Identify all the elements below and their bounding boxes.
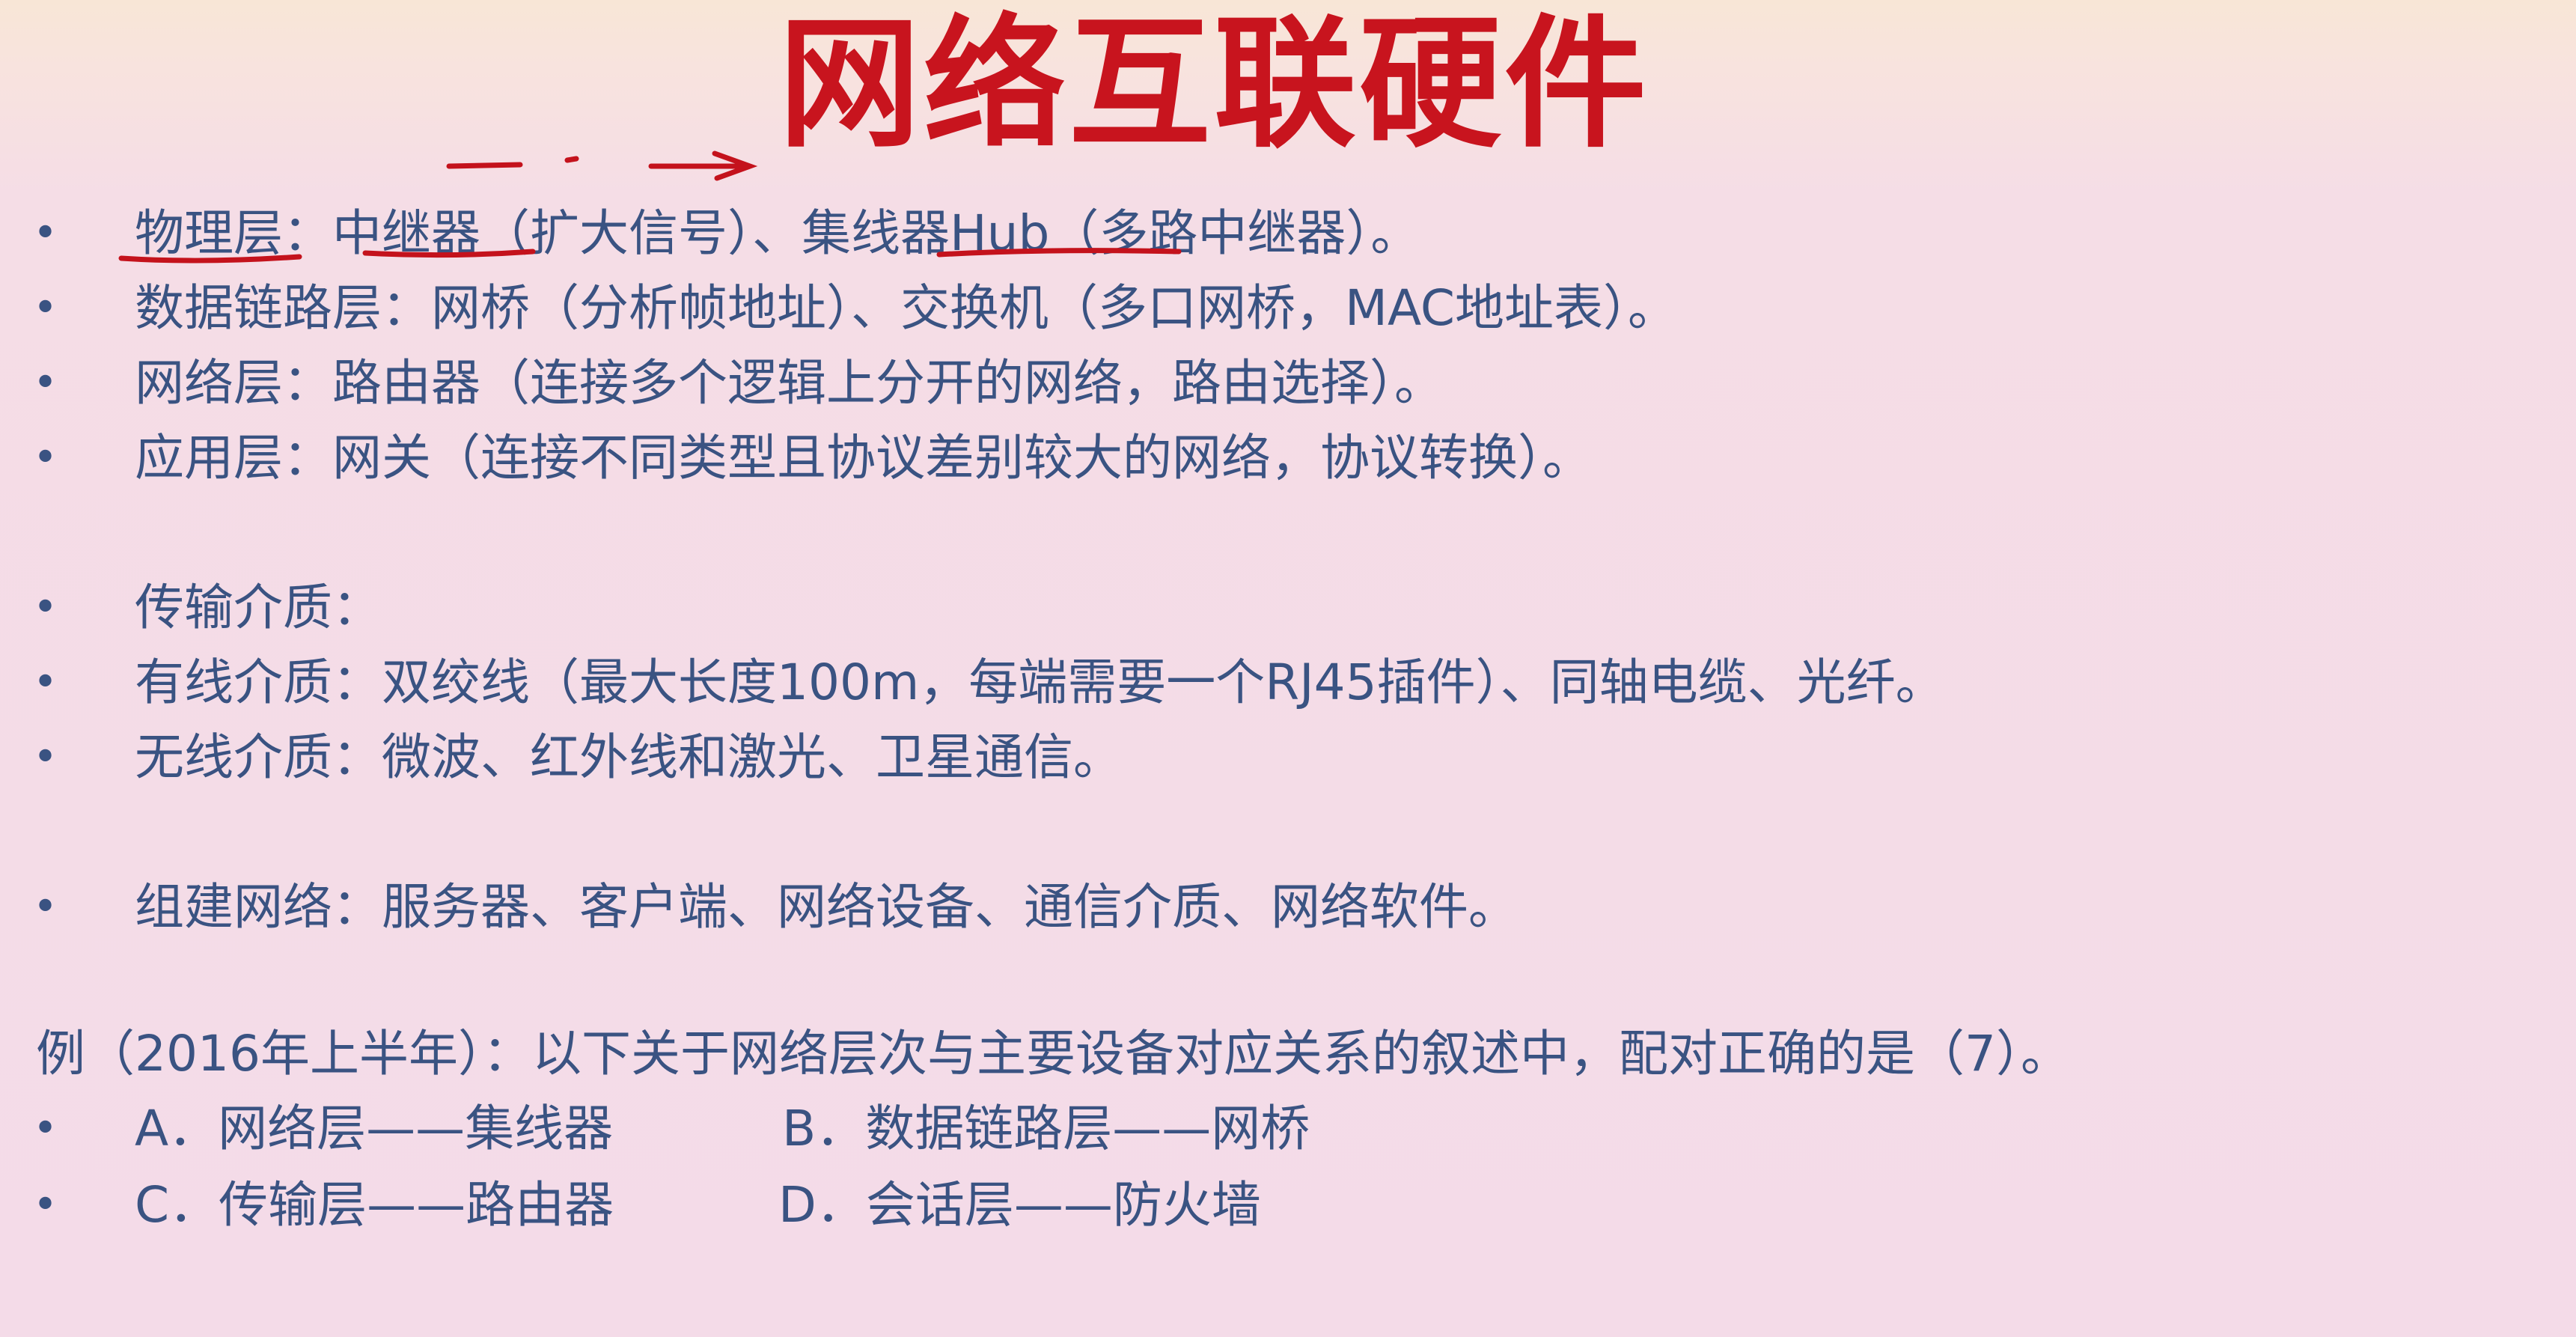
bullet: • bbox=[33, 583, 58, 632]
layer-physical-label: 物理层： bbox=[135, 204, 332, 262]
layer-datalink-text: 数据链路层：网桥（分析帧地址）、交换机（多口网桥，MAC地址表）。 bbox=[135, 279, 1678, 337]
bullet: • bbox=[33, 284, 58, 332]
example-question: 例（2016年上半年）：以下关于网络层次与主要设备对应关系的叙述中，配对正确的是… bbox=[36, 1025, 2070, 1082]
layer-physical-line: • 物理层：中继器（扩大信号）、集线器Hub（多路中继器）。 bbox=[0, 196, 2576, 271]
media-heading-line: • 传输介质： bbox=[0, 570, 2576, 645]
layer-network-line: • 网络层：路由器（连接多个逻辑上分开的网络，路由选择）。 bbox=[0, 346, 2576, 421]
build-network-text: 组建网络：服务器、客户端、网络设备、通信介质、网络软件。 bbox=[135, 878, 1518, 936]
bullet: • bbox=[33, 733, 58, 782]
bullet: • bbox=[33, 209, 58, 258]
repeater-term: 中继器 bbox=[332, 204, 480, 262]
annotation-arrow-head bbox=[712, 150, 758, 181]
option-row-1: • A．网络层——集线器 B．数据链路层——网桥 bbox=[0, 1091, 2576, 1166]
layer-application-line: • 应用层：网关（连接不同类型且协议差别较大的网络，协议转换）。 bbox=[0, 421, 2576, 496]
option-c: C．传输层——路由器 bbox=[135, 1176, 614, 1234]
build-network-line: • 组建网络：服务器、客户端、网络设备、通信介质、网络软件。 bbox=[0, 870, 2576, 945]
option-d: D．会话层——防火墙 bbox=[778, 1176, 1261, 1234]
bullet: • bbox=[33, 1104, 58, 1153]
bullet: • bbox=[33, 433, 58, 482]
layer-datalink-line: • 数据链路层：网桥（分析帧地址）、交换机（多口网桥，MAC地址表）。 bbox=[0, 271, 2576, 346]
media-wireless-line: • 无线介质：微波、红外线和激光、卫星通信。 bbox=[0, 720, 2576, 795]
media-heading: 传输介质： bbox=[135, 579, 382, 636]
layer-network-text: 网络层：路由器（连接多个逻辑上分开的网络，路由选择）。 bbox=[135, 354, 1444, 412]
layer-physical-text: 物理层：中继器（扩大信号）、集线器Hub（多路中继器）。 bbox=[135, 196, 1420, 271]
bullet: • bbox=[33, 883, 58, 931]
media-wireless-text: 无线介质：微波、红外线和激光、卫星通信。 bbox=[135, 728, 1123, 786]
bullet: • bbox=[33, 359, 58, 407]
annotation-dot bbox=[564, 156, 579, 163]
layer-application-text: 应用层：网关（连接不同类型且协议差别较大的网络，协议转换）。 bbox=[135, 429, 1592, 487]
hub-term: 集线器Hub bbox=[802, 204, 1050, 262]
annotation-dash-1 bbox=[446, 162, 523, 169]
media-wired-line: • 有线介质：双绞线（最大长度100m，每端需要一个RJ45插件）、同轴电缆、光… bbox=[0, 645, 2576, 720]
bullet: • bbox=[33, 1181, 58, 1229]
slide: 网络互联硬件 • 物理层：中继器（扩大信号）、集线器Hub（多路中继器）。 • … bbox=[0, 0, 2576, 1337]
option-row-2: • C．传输层——路由器 D．会话层——防火墙 bbox=[0, 1168, 2576, 1243]
bullet: • bbox=[33, 658, 58, 707]
example-question-line: 例（2016年上半年）：以下关于网络层次与主要设备对应关系的叙述中，配对正确的是… bbox=[0, 1017, 2576, 1091]
option-a: A．网络层——集线器 bbox=[135, 1100, 614, 1157]
media-wired-text: 有线介质：双绞线（最大长度100m，每端需要一个RJ45插件）、同轴电缆、光纤。 bbox=[135, 654, 1945, 711]
hub-desc: （多路中继器）。 bbox=[1049, 204, 1420, 262]
repeater-desc: （扩大信号）、 bbox=[480, 204, 802, 262]
slide-title: 网络互联硬件 bbox=[778, 1, 1650, 167]
option-b: B．数据链路层——网桥 bbox=[782, 1100, 1310, 1157]
